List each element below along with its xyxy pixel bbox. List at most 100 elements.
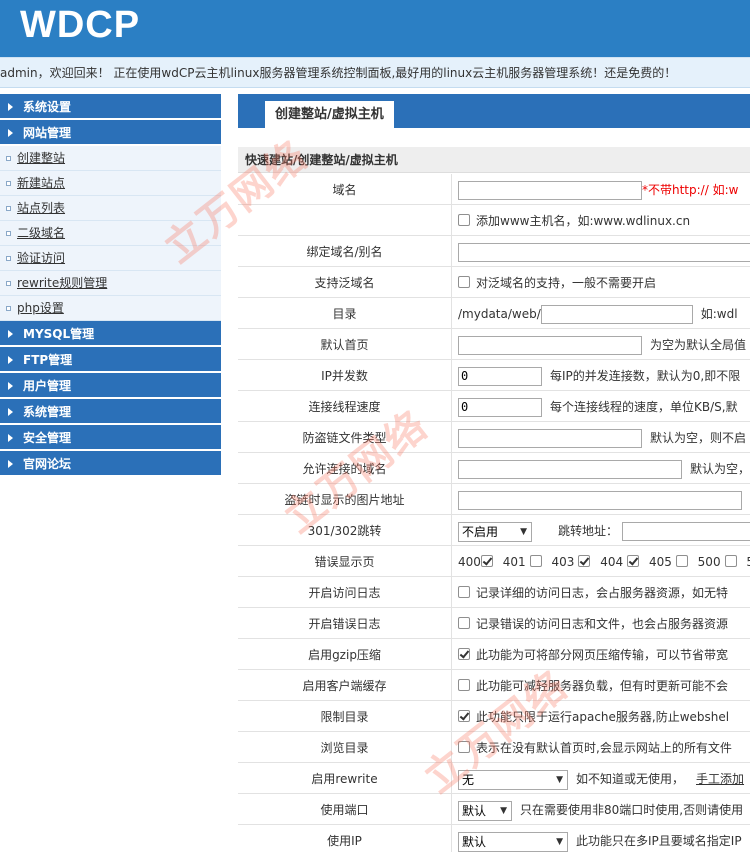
- bullet-icon: [6, 231, 11, 236]
- port-select[interactable]: 默认: [458, 800, 512, 821]
- wildcard-hint: 对泛域名的支持，一般不需要开启: [476, 276, 657, 290]
- form-table: 域名 *不带http:// 如:w 添加www主机名，如:www.wdlinux…: [238, 174, 750, 852]
- ipconn-input[interactable]: 0: [458, 367, 542, 386]
- error-403-checkbox[interactable]: [578, 554, 591, 567]
- sidebar-item-site-list[interactable]: 站点列表: [0, 196, 221, 221]
- row-alloweddomain: 允许连接的域名 默认为空，: [238, 453, 750, 484]
- row-browse: 浏览目录 表示在没有默认首页时,会显示网站上的所有文件: [238, 732, 750, 763]
- label-antileech: 防盗链文件类型: [238, 422, 452, 452]
- label-accesslog: 开启访问日志: [238, 577, 452, 607]
- label-alloweddomain: 允许连接的域名: [238, 453, 452, 483]
- sidebar-menu-security[interactable]: 安全管理: [0, 425, 221, 451]
- www-checkbox[interactable]: [458, 213, 470, 226]
- label-gzip: 启用gzip压缩: [238, 639, 452, 669]
- label-wildcard: 支持泛域名: [238, 267, 452, 297]
- index-input[interactable]: [458, 336, 642, 355]
- sidebar-menu-system-settings[interactable]: 系统设置: [0, 94, 221, 120]
- error-401-checkbox[interactable]: [529, 554, 542, 567]
- sidebar-menu-site-management[interactable]: 网站管理: [0, 120, 221, 146]
- error-405-checkbox[interactable]: [675, 554, 688, 567]
- sidebar: 系统设置 网站管理 创建整站 新建站点 站点列表 二级域名 验证访问 rewri…: [0, 94, 221, 477]
- rewrite-select[interactable]: 无: [458, 769, 568, 790]
- row-ip: 使用IP 默认此功能只在多IP且要域名指定IP: [238, 825, 750, 852]
- label-rewrite: 启用rewrite: [238, 763, 452, 793]
- bullet-icon: [6, 256, 11, 261]
- main-panel: 创建整站/虚拟主机 快速建站/创建整站/虚拟主机 域名 *不带http:// 如…: [238, 94, 750, 852]
- label-leechimg: 盗链时显示的图片地址: [238, 484, 452, 514]
- label-ip: 使用IP: [238, 825, 452, 852]
- row-speed: 连接线程速度 0 每个连接线程的速度，单位KB/S,默: [238, 391, 750, 422]
- manual-add-link[interactable]: 手工添加: [696, 772, 744, 786]
- caret-right-icon: [8, 129, 13, 137]
- logo: WDCP: [20, 4, 141, 46]
- sidebar-menu-forum[interactable]: 官网论坛: [0, 451, 221, 477]
- label-restrict: 限制目录: [238, 701, 452, 731]
- bullet-icon: [6, 181, 11, 186]
- sidebar-item-new-site[interactable]: 新建站点: [0, 171, 221, 196]
- bullet-icon: [6, 306, 11, 311]
- alloweddomain-input[interactable]: [458, 460, 682, 479]
- row-alias: 绑定域名/别名: [238, 236, 750, 267]
- domain-hint: *不带http:// 如:w: [642, 183, 739, 197]
- ipconn-hint: 每IP的并发连接数，默认为0,即不限: [550, 369, 741, 383]
- redirect-url-input[interactable]: [622, 522, 750, 541]
- ip-select[interactable]: 默认: [458, 831, 568, 852]
- bullet-icon: [6, 206, 11, 211]
- error-404-checkbox[interactable]: [627, 554, 640, 567]
- error-400-checkbox[interactable]: [480, 554, 493, 567]
- alloweddomain-hint: 默认为空，: [690, 462, 750, 476]
- tab-create-site[interactable]: 创建整站/虚拟主机: [265, 101, 394, 128]
- www-hint: 添加www主机名，如:www.wdlinux.cn: [476, 214, 691, 228]
- label-domain: 域名: [238, 174, 452, 204]
- label-browse: 浏览目录: [238, 732, 452, 762]
- row-restrict: 限制目录 此功能只限于运行apache服务器,防止webshel: [238, 701, 750, 732]
- leechimg-input[interactable]: [458, 491, 742, 510]
- label-port: 使用端口: [238, 794, 452, 824]
- sidebar-item-rewrite-rules[interactable]: rewrite规则管理: [0, 271, 221, 296]
- form-caption: 快速建站/创建整站/虚拟主机: [238, 147, 750, 173]
- caret-right-icon: [8, 460, 13, 468]
- welcome-bar: admin，欢迎回来！ 正在使用wdCP云主机linux服务器管理系统控制面板,…: [0, 57, 750, 88]
- dir-input[interactable]: [540, 305, 693, 324]
- sidebar-item-subdomain[interactable]: 二级域名: [0, 221, 221, 246]
- speed-input[interactable]: 0: [458, 398, 542, 417]
- row-domain: 域名 *不带http:// 如:w: [238, 174, 750, 205]
- label-errorlog: 开启错误日志: [238, 608, 452, 638]
- caret-right-icon: [8, 408, 13, 416]
- sidebar-item-php-settings[interactable]: php设置: [0, 296, 221, 321]
- row-leechimg: 盗链时显示的图片地址 黑: [238, 484, 750, 515]
- dir-hint: 如:wdl: [700, 307, 738, 321]
- gzip-checkbox[interactable]: [458, 647, 470, 660]
- row-gzip: 启用gzip压缩 此功能为可将部分网页压缩传输，可以节省带宽: [238, 639, 750, 670]
- sidebar-menu-users[interactable]: 用户管理: [0, 373, 221, 399]
- bullet-icon: [6, 156, 11, 161]
- sidebar-menu-ftp[interactable]: FTP管理: [0, 347, 221, 373]
- label-ipconn: IP并发数: [238, 360, 452, 390]
- label-errorpage: 错误显示页: [238, 546, 452, 576]
- cache-checkbox[interactable]: [458, 678, 470, 691]
- row-errorlog: 开启错误日志 记录错误的访问日志和文件，也会占服务器资源: [238, 608, 750, 639]
- label-speed: 连接线程速度: [238, 391, 452, 421]
- antileech-hint: 默认为空，则不启: [650, 431, 747, 445]
- restrict-checkbox[interactable]: [458, 709, 470, 722]
- row-www: 添加www主机名，如:www.wdlinux.cn: [238, 205, 750, 236]
- sidebar-item-create-site[interactable]: 创建整站: [0, 146, 221, 171]
- caret-right-icon: [8, 382, 13, 390]
- alias-input[interactable]: [458, 243, 750, 262]
- bullet-icon: [6, 281, 11, 286]
- error-500-checkbox[interactable]: [724, 554, 737, 567]
- errorlog-checkbox[interactable]: [458, 616, 470, 629]
- redirect-hint: 跳转地址：: [558, 524, 619, 538]
- row-index: 默认首页 为空为默认全局值: [238, 329, 750, 360]
- redirect-select[interactable]: 不启用: [458, 521, 532, 542]
- accesslog-checkbox[interactable]: [458, 585, 470, 598]
- dir-prefix: /mydata/web/: [458, 307, 541, 321]
- domain-input[interactable]: [458, 181, 642, 200]
- sidebar-menu-mysql[interactable]: MYSQL管理: [0, 321, 221, 347]
- browse-checkbox[interactable]: [458, 740, 470, 753]
- label-redirect: 301/302跳转: [238, 515, 452, 545]
- sidebar-menu-system-management[interactable]: 系统管理: [0, 399, 221, 425]
- wildcard-checkbox[interactable]: [458, 275, 470, 288]
- sidebar-item-auth-access[interactable]: 验证访问: [0, 246, 221, 271]
- antileech-input[interactable]: [458, 429, 642, 448]
